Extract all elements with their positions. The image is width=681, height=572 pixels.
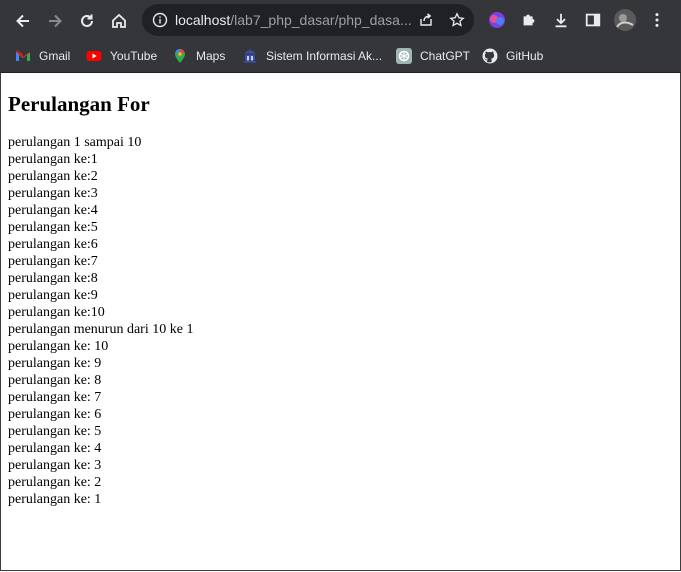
output-line: perulangan ke:4: [8, 203, 98, 218]
address-bar[interactable]: localhost/lab7_php_dasar/php_dasa...: [142, 4, 474, 36]
bookmark-label: Maps: [196, 49, 226, 63]
bookmark-label: GitHub: [506, 49, 544, 63]
bookmark-maps[interactable]: Maps: [172, 46, 225, 66]
bookmark-sistem-informasi[interactable]: Sistem Informasi Ak...: [242, 46, 382, 66]
reload-icon: [81, 14, 93, 27]
output-lines: perulangan 1 sampai 10 perulangan ke:1 per…: [8, 134, 673, 508]
back-button[interactable]: [10, 8, 36, 34]
url-path: /lab7_php_dasar/php_dasa...: [230, 12, 412, 28]
output-line: perulangan ke:2: [8, 169, 98, 184]
output-line: perulangan ke: 4: [8, 441, 102, 456]
forward-button[interactable]: [42, 8, 68, 34]
output-line: perulangan ke:8: [8, 271, 98, 286]
star-icon[interactable]: [449, 12, 465, 28]
reload-button[interactable]: [74, 8, 100, 34]
output-line: perulangan menurun dari 10 ke 1: [8, 322, 194, 337]
extension-brain-icon[interactable]: [487, 10, 507, 30]
arrow-left-icon: [16, 14, 29, 28]
puzzle-icon[interactable]: [519, 10, 539, 30]
maps-icon: [172, 48, 188, 64]
arrow-right-icon: [49, 14, 62, 28]
output-line: perulangan ke:3: [8, 186, 98, 201]
menu-kebab-icon[interactable]: [647, 10, 667, 30]
github-icon: [482, 48, 498, 64]
home-button[interactable]: [106, 8, 132, 34]
url-host: localhost: [175, 12, 231, 28]
bookmark-gmail[interactable]: Gmail: [15, 46, 70, 66]
page-title: Perulangan For: [8, 92, 150, 116]
output-line: perulangan 1 sampai 10: [8, 135, 142, 150]
output-line: perulangan ke:10: [8, 305, 105, 320]
output-line: perulangan ke:6: [8, 237, 98, 252]
share-icon[interactable]: [418, 12, 434, 28]
output-line: perulangan ke:9: [8, 288, 98, 303]
output-line: perulangan ke: 1: [8, 492, 102, 507]
output-line: perulangan ke:1: [8, 152, 98, 167]
bookmark-label: YouTube: [110, 49, 158, 63]
output-line: perulangan ke: 2: [8, 475, 102, 490]
bookmark-label: Sistem Informasi Ak...: [266, 49, 383, 63]
bookmarks-bar: Gmail YouTube Maps Sistem Informasi Ak..…: [0, 40, 681, 73]
output-line: perulangan ke: 3: [8, 458, 102, 473]
output-line: perulangan ke:7: [8, 254, 98, 269]
side-panel-icon[interactable]: [583, 10, 603, 30]
campus-icon: [242, 48, 258, 64]
download-icon[interactable]: [551, 10, 571, 30]
output-line: perulangan ke: 7: [8, 390, 102, 405]
bookmark-chatgpt[interactable]: ChatGPT: [396, 46, 470, 66]
chatgpt-icon: [396, 48, 412, 64]
output-line: perulangan ke:5: [8, 220, 98, 235]
gmail-icon: [15, 48, 31, 64]
bookmark-github[interactable]: GitHub: [482, 46, 543, 66]
info-icon[interactable]: [152, 12, 168, 28]
output-line: perulangan ke: 10: [8, 339, 109, 354]
bookmark-label: ChatGPT: [420, 49, 471, 63]
output-line: perulangan ke: 8: [8, 373, 102, 388]
browser-toolbar: localhost/lab7_php_dasar/php_dasa...: [0, 0, 681, 40]
bookmark-label: Gmail: [39, 49, 71, 63]
output-line: perulangan ke: 6: [8, 407, 102, 422]
output-line: perulangan ke: 5: [8, 424, 102, 439]
youtube-icon: [86, 48, 102, 64]
page-content: Perulangan For perulangan 1 sampai 10 per…: [8, 73, 673, 508]
profile-avatar[interactable]: [614, 9, 636, 31]
bookmark-youtube[interactable]: YouTube: [86, 46, 157, 66]
output-line: perulangan ke: 9: [8, 356, 102, 371]
home-icon: [112, 13, 126, 28]
url-text[interactable]: localhost/lab7_php_dasar/php_dasa...: [175, 12, 413, 30]
